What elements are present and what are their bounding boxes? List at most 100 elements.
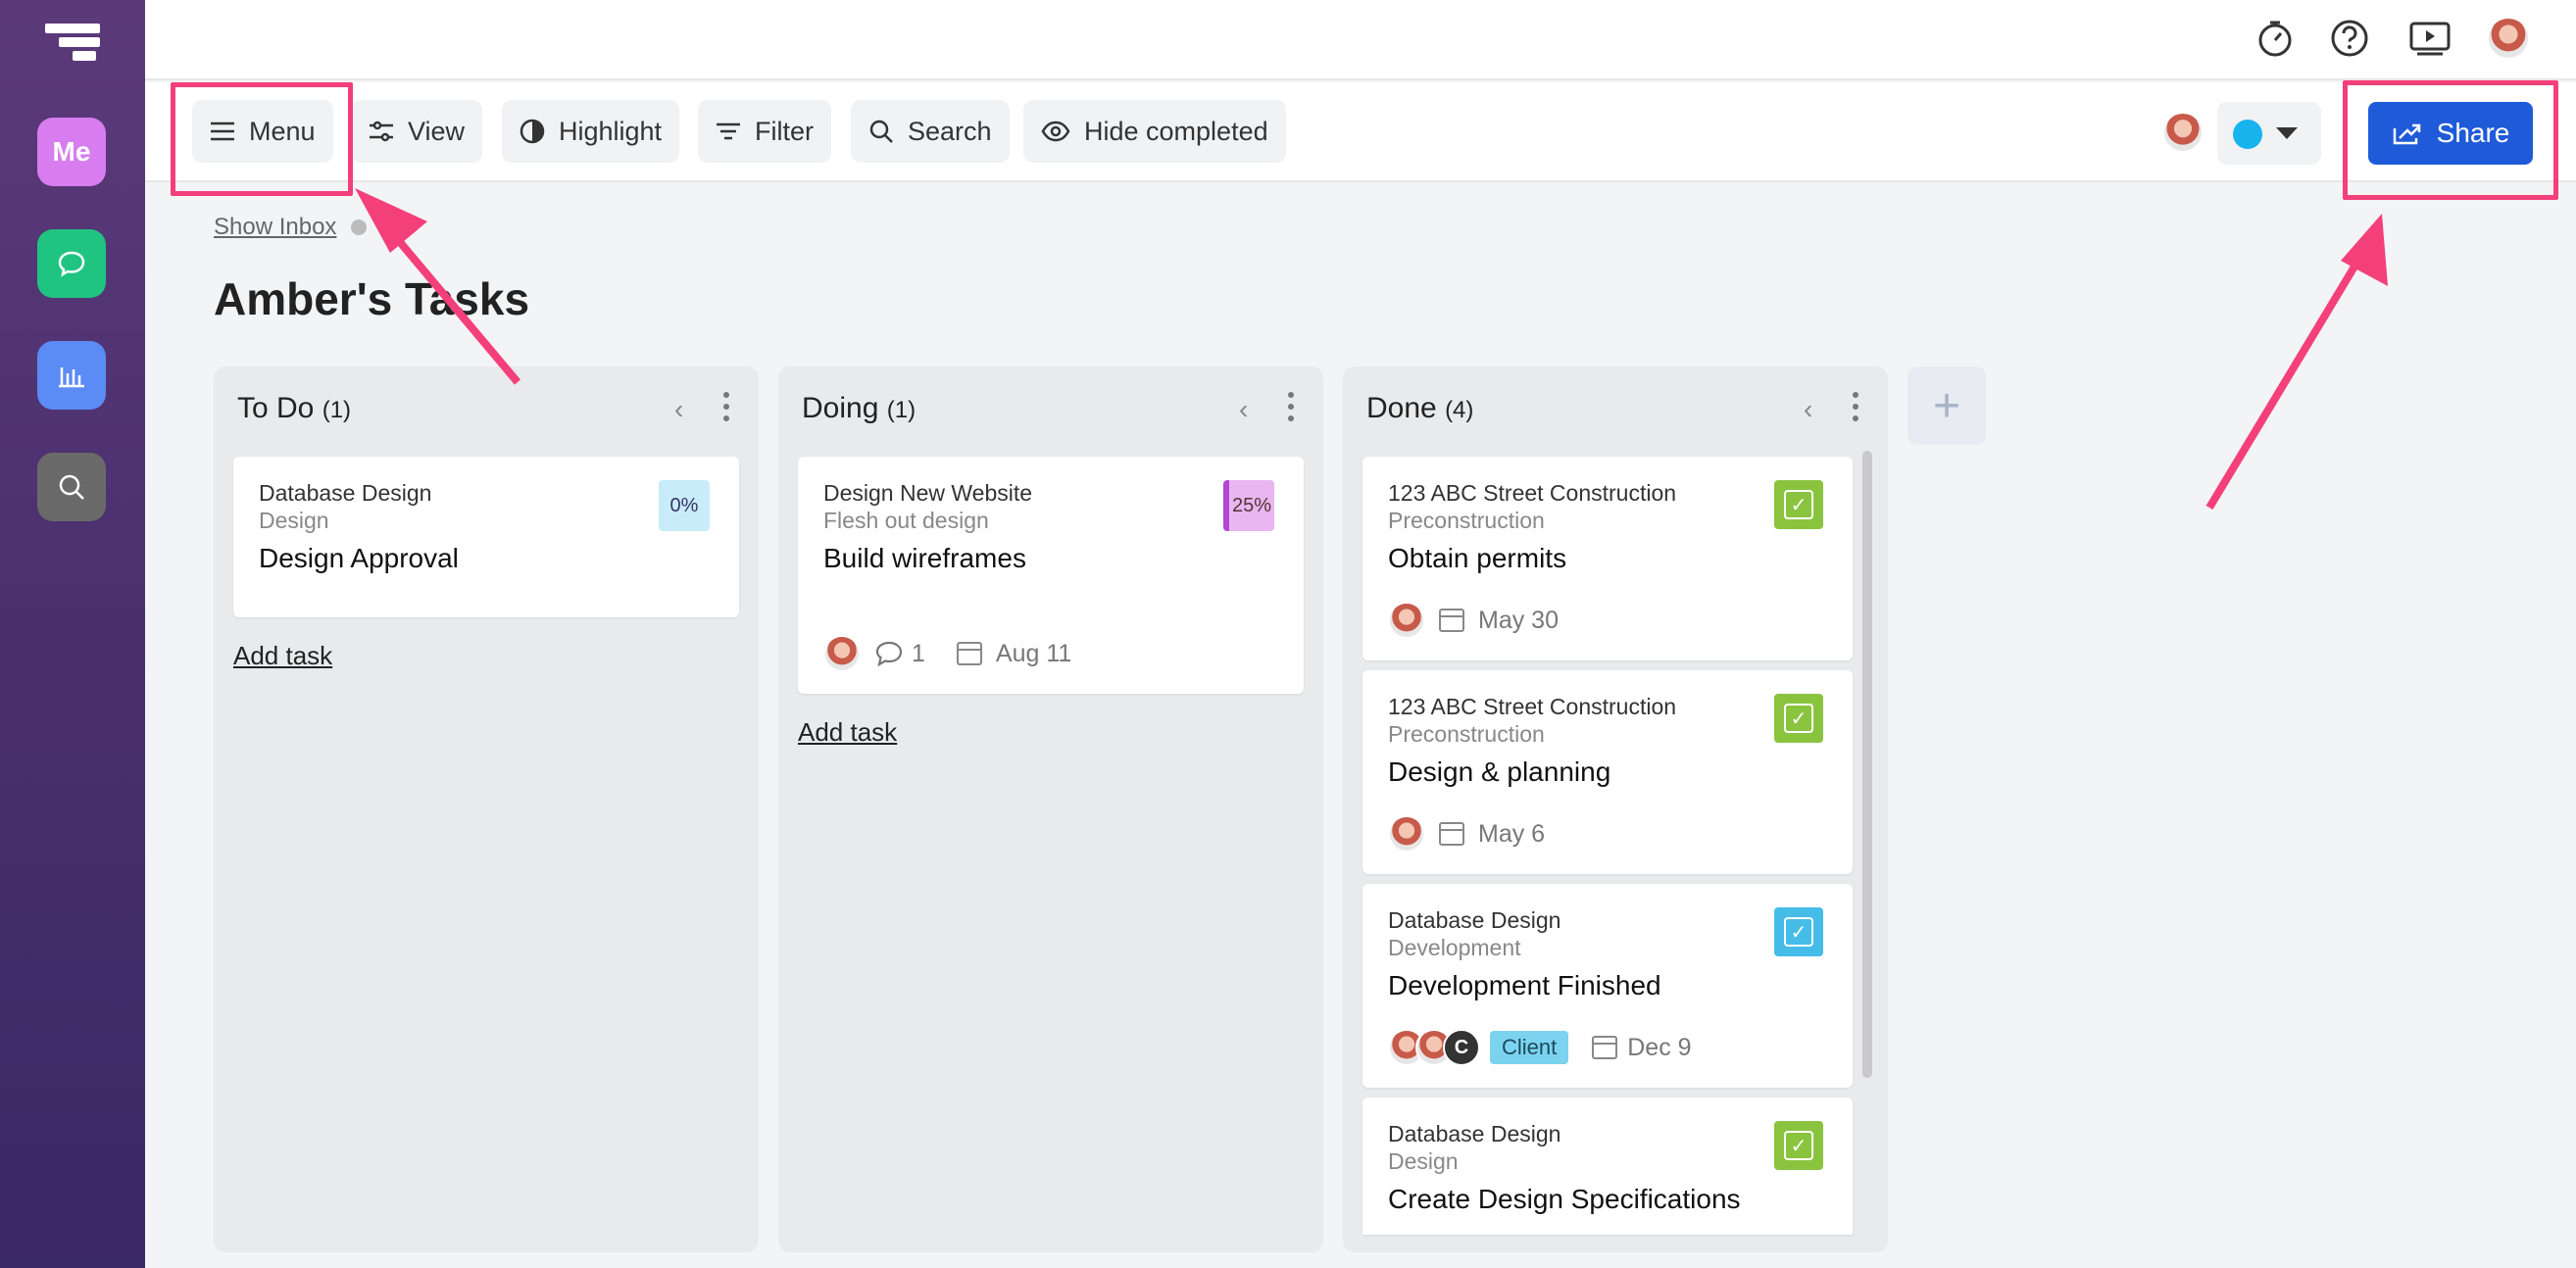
assignee-avatar[interactable] <box>823 635 861 672</box>
due-date[interactable]: Aug 11 <box>996 640 1071 668</box>
search-icon <box>869 120 893 143</box>
task-card[interactable]: Database Design Development Development … <box>1362 884 1853 1088</box>
calendar-icon <box>1439 822 1464 846</box>
column-done: Done (4) ‹ 123 ABC Street Construction P… <box>1343 366 1888 1252</box>
column-title: Done <box>1366 392 1437 424</box>
task-card[interactable]: Database Design Design Create Design Spe… <box>1362 1097 1853 1235</box>
progress-badge[interactable]: 0% <box>659 480 710 531</box>
stopwatch-icon <box>2258 21 2292 57</box>
highlight-button[interactable]: Highlight <box>502 100 680 163</box>
assignee-avatar[interactable] <box>1388 602 1425 639</box>
collapse-chevron-icon[interactable]: ‹ <box>1239 394 1259 424</box>
help-button[interactable] <box>2327 16 2372 61</box>
card-section: Design <box>1388 1148 1459 1174</box>
status-dot <box>2233 120 2262 149</box>
column-count: (1) <box>322 397 352 423</box>
chat-icon <box>58 251 85 277</box>
info-icon[interactable] <box>351 219 367 235</box>
completed-checkbox[interactable]: ✓ <box>1774 907 1823 956</box>
filter-icon <box>717 122 740 140</box>
task-card[interactable]: 123 ABC Street Construction Preconstruct… <box>1362 457 1853 660</box>
task-card[interactable]: Design New Website Flesh out design Buil… <box>798 457 1304 694</box>
card-section: Preconstruction <box>1388 508 1545 533</box>
task-card[interactable]: Database Design Design Design Approval 0… <box>233 457 739 617</box>
comment-count: 1 <box>912 639 925 667</box>
filter-label: Filter <box>755 116 814 146</box>
completed-checkbox[interactable]: ✓ <box>1774 480 1823 529</box>
search-button[interactable]: Search <box>851 100 1010 163</box>
card-meta: 1 Aug 11 <box>823 635 1071 672</box>
completed-checkbox[interactable]: ✓ <box>1774 694 1823 743</box>
hide-completed-button[interactable]: Hide completed <box>1023 100 1286 163</box>
reports-button[interactable] <box>37 341 106 410</box>
app-logo[interactable] <box>45 24 100 63</box>
add-task-link[interactable]: Add task <box>798 717 897 748</box>
page-title: Amber's Tasks <box>214 273 530 324</box>
card-project: Database Design <box>259 480 432 506</box>
view-label: View <box>408 116 466 146</box>
card-title: Build wireframes <box>823 543 1026 573</box>
due-date[interactable]: Dec 9 <box>1627 1034 1691 1062</box>
column-doing: Doing (1) ‹ Design New Website Flesh out… <box>778 366 1323 1252</box>
column-count: (4) <box>1445 397 1474 423</box>
column-scrollbar[interactable] <box>1862 451 1872 1078</box>
user-avatar <box>2487 17 2530 60</box>
column-title: To Do <box>237 392 315 424</box>
more-options-icon[interactable] <box>1286 392 1296 425</box>
assignee-avatar[interactable] <box>1388 815 1425 853</box>
comment-icon[interactable] <box>874 640 904 667</box>
card-meta: May 6 <box>1388 815 1545 853</box>
collapse-chevron-icon[interactable]: ‹ <box>674 394 694 424</box>
add-column-button[interactable]: + <box>1907 366 1986 445</box>
highlight-label: Highlight <box>559 116 663 146</box>
completed-checkbox[interactable]: ✓ <box>1774 1121 1823 1170</box>
progress-badge[interactable]: 25% <box>1223 480 1274 531</box>
search-icon <box>59 474 84 500</box>
menu-highlight-box <box>171 82 353 196</box>
show-inbox-link[interactable]: Show Inbox <box>214 214 336 241</box>
chat-button[interactable] <box>37 229 106 298</box>
assignee-group: C <box>1388 1029 1480 1066</box>
card-title: Development Finished <box>1388 970 1661 1000</box>
contrast-icon <box>520 119 545 144</box>
card-section: Flesh out design <box>823 508 989 533</box>
more-options-icon[interactable] <box>1851 392 1860 425</box>
search-nav-button[interactable] <box>37 453 106 521</box>
timer-button[interactable] <box>2253 16 2298 61</box>
card-project: Design New Website <box>823 480 1033 506</box>
video-button[interactable] <box>2407 16 2452 61</box>
user-avatar-button[interactable] <box>2486 16 2531 61</box>
column-count: (1) <box>886 397 916 423</box>
client-tag[interactable]: Client <box>1490 1031 1569 1064</box>
card-section: Design <box>259 508 329 533</box>
card-project: 123 ABC Street Construction <box>1388 694 1677 719</box>
card-section: Development <box>1388 935 1521 960</box>
calendar-icon <box>956 642 982 665</box>
due-date[interactable]: May 30 <box>1478 607 1559 635</box>
view-button[interactable]: View <box>351 100 483 163</box>
hide-completed-label: Hide completed <box>1084 116 1268 146</box>
search-label: Search <box>908 116 992 146</box>
collapse-chevron-icon[interactable]: ‹ <box>1804 394 1823 424</box>
assignee-avatar[interactable]: C <box>1443 1029 1480 1066</box>
plus-icon: + <box>1932 379 1961 432</box>
card-project: 123 ABC Street Construction <box>1388 480 1677 506</box>
check-icon: ✓ <box>1784 917 1813 947</box>
caret-down-icon <box>2276 127 2298 139</box>
share-highlight-box <box>2343 80 2558 200</box>
column-title: Doing <box>802 392 879 424</box>
filter-button[interactable]: Filter <box>698 100 831 163</box>
board-member-avatar[interactable] <box>2162 112 2204 153</box>
more-options-icon[interactable] <box>721 392 731 425</box>
card-title: Create Design Specifications <box>1388 1184 1741 1214</box>
column-header: Doing (1) <box>802 392 916 425</box>
due-date[interactable]: May 6 <box>1478 820 1545 849</box>
add-task-link[interactable]: Add task <box>233 641 332 671</box>
card-project: Database Design <box>1388 907 1561 933</box>
sidebar: Me <box>0 0 145 1268</box>
status-dropdown[interactable] <box>2217 102 2321 165</box>
me-button[interactable]: Me <box>37 118 106 186</box>
help-icon <box>2331 20 2368 57</box>
task-card[interactable]: 123 ABC Street Construction Preconstruct… <box>1362 670 1853 874</box>
column-to-do: To Do (1) ‹ Database Design Design Desig… <box>214 366 759 1252</box>
